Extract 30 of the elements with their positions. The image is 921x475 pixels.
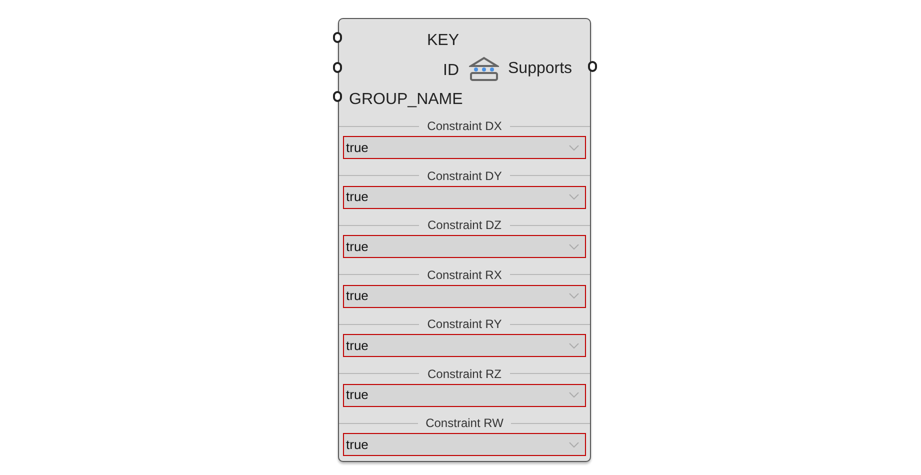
section-label: Constraint RX [426,266,503,284]
input-label: ID [443,60,459,80]
chevron-icon [569,342,579,348]
section-label: Constraint RW [424,415,504,432]
dropdown[interactable]: true [343,235,586,258]
chevron-icon [569,244,579,250]
chevron-icon [569,392,579,398]
output-label: Supports [508,58,572,78]
chevron-icon [569,144,579,150]
chevron-icon [569,293,579,299]
dropdown[interactable]: true [343,284,586,308]
dropdown[interactable]: true [343,384,586,406]
input-label: GROUP_NAME [348,90,463,110]
section-label: Constraint RY [426,316,503,333]
section-label: Constraint DX [426,118,503,135]
output-port[interactable] [588,61,597,72]
section-label: Constraint RZ [426,366,503,382]
chevron-icon [569,194,579,200]
section-label: Constraint DZ [426,217,503,234]
section-label: Constraint DY [426,168,503,184]
input-port[interactable] [333,32,342,43]
dropdown[interactable]: true [343,433,586,456]
support-icon [469,56,499,82]
input-label: KEY [426,31,459,51]
dropdown[interactable]: true [343,334,586,357]
dropdown[interactable]: true [343,136,586,159]
chevron-icon [569,442,579,448]
input-port[interactable] [333,91,342,102]
dropdown[interactable]: true [343,186,586,208]
input-port[interactable] [333,62,342,72]
